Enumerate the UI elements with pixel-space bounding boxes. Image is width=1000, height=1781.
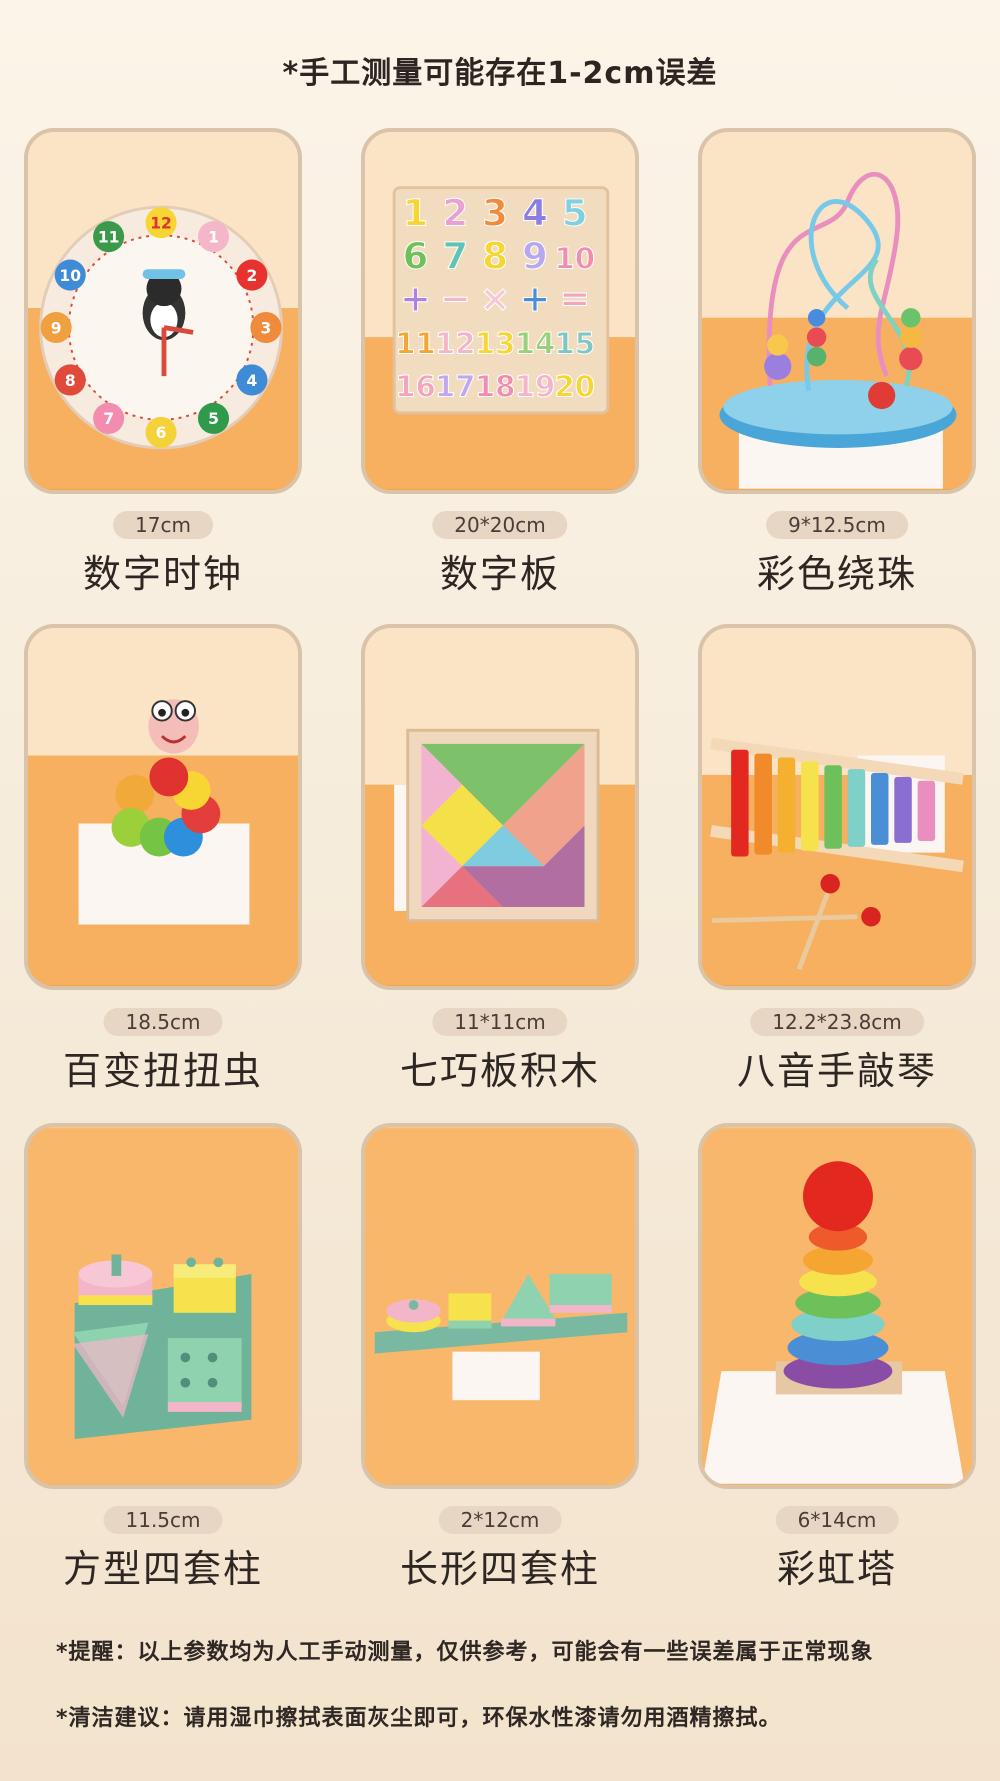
board-number: = (559, 277, 590, 320)
board-number: 3 (482, 192, 508, 235)
size-badge: 18.5cm (103, 1008, 223, 1036)
clock-image: 121234567891011 (28, 133, 298, 489)
product-name: 彩色绕珠 (756, 552, 917, 596)
board-number: 13 (475, 327, 516, 361)
xylophone-bar (870, 773, 889, 845)
clock-number-label: 9 (51, 319, 62, 337)
size-badge: 2*12cm (438, 1506, 562, 1534)
board-number: + (520, 277, 551, 320)
board-number: 19 (515, 369, 556, 403)
board-number: 12 (435, 327, 476, 361)
size-badge: 11.5cm (103, 1506, 223, 1534)
board-number: − (440, 277, 471, 320)
product-card-number-board[interactable]: 1 2 3 4 5 6 7 8 9 10 + − × + = 11 12 13 14 15 16 17 18 19 20 (361, 128, 639, 494)
board-number: 8 (482, 234, 508, 277)
board-number: 14 (515, 327, 556, 361)
product-name: 百变扭扭虫 (62, 1049, 263, 1093)
size-badge: 11*11cm (432, 1008, 568, 1036)
product-name: 彩虹塔 (776, 1547, 897, 1591)
board-number: × (480, 277, 511, 320)
xylophone-bar (731, 749, 749, 857)
page-title: *手工测量可能存在1-2cm误差 (282, 56, 718, 91)
board-number: 11 (395, 327, 436, 361)
product-name: 方型四套柱 (62, 1547, 263, 1591)
size-badge: 12.2*23.8cm (750, 1008, 924, 1036)
clock-number-label: 8 (65, 372, 76, 390)
clock-number-label: 3 (261, 319, 272, 337)
clock-number-label: 10 (59, 267, 81, 285)
long-stacker-image (365, 1128, 635, 1484)
product-card-square-stacker[interactable] (24, 1123, 302, 1489)
clock-number-label: 4 (246, 372, 257, 390)
xylophone-bar (917, 780, 936, 841)
board-number: 16 (395, 369, 436, 403)
board-number: 2 (442, 192, 468, 235)
board-number: 6 (403, 234, 429, 277)
size-badge: 17cm (113, 511, 213, 539)
board-number: 10 (555, 241, 596, 275)
board-number: 9 (522, 234, 548, 277)
xylophone-bar (777, 757, 796, 853)
bead-maze-image (702, 133, 972, 489)
product-card-tangram[interactable] (361, 624, 639, 990)
board-number: 15 (555, 327, 596, 361)
clock-number-label: 1 (208, 228, 219, 246)
clock-number-label: 7 (103, 410, 114, 428)
product-name: 七巧板积木 (399, 1049, 600, 1093)
xylophone-bar (801, 761, 819, 851)
product-name: 八音手敲琴 (736, 1049, 937, 1093)
board-number: 17 (435, 369, 476, 403)
board-number: 7 (442, 234, 468, 277)
xylophone-bar (754, 753, 772, 855)
square-stacker-image (28, 1128, 298, 1484)
product-name: 数字板 (439, 552, 560, 596)
tangram-image (365, 629, 635, 985)
board-number: 1 (403, 192, 429, 235)
caterpillar-image (28, 629, 298, 985)
reminder-note: *提醒：以上参数均为人工手动测量，仅供参考，可能会有一些误差属于正常现象 (56, 1640, 874, 1665)
product-card-xylophone[interactable] (698, 624, 976, 990)
clock-number-label: 5 (208, 410, 219, 428)
board-number: 18 (475, 369, 516, 403)
product-card-long-stacker[interactable] (361, 1123, 639, 1489)
clock-number-label: 6 (156, 424, 167, 442)
product-card-clock[interactable]: 12 1 2 3 4 5 6 7 8 9 10 11 (24, 128, 302, 494)
board-number-group: 1 2 3 4 56 7 8 9 10+ − × + =11 12 13 14 1516 17 18 19 20 (395, 191, 596, 404)
product-name: 长形四套柱 (399, 1547, 600, 1591)
xylophone-bar (847, 769, 866, 847)
board-number: 20 (555, 369, 596, 403)
size-badge: 20*20cm (432, 511, 568, 539)
product-card-caterpillar[interactable] (24, 624, 302, 990)
rainbow-tower-image (702, 1128, 972, 1484)
product-name: 数字时钟 (82, 552, 243, 596)
product-card-rainbow-tower[interactable] (698, 1123, 976, 1489)
size-badge: 9*12.5cm (766, 511, 908, 539)
xylophone-bar (824, 765, 842, 849)
product-card-bead-maze[interactable] (698, 128, 976, 494)
board-number: + (400, 277, 431, 320)
clock-number-label: 12 (150, 214, 172, 232)
cleaning-note: *清洁建议：请用湿巾擦拭表面灰尘即可，环保水性漆请勿用酒精擦拭。 (56, 1706, 782, 1731)
board-number: 5 (562, 192, 588, 235)
number-board-image: 1 2 3 4 56 7 8 9 10+ − × + =11 12 13 14 1516 17 18 19 20 (365, 133, 635, 489)
xylophone-image (702, 629, 972, 985)
board-number: 4 (522, 192, 548, 235)
xylophone-bar (894, 776, 912, 843)
clock-number-label: 2 (246, 267, 257, 285)
size-badge: 6*14cm (775, 1506, 899, 1534)
clock-number-label: 11 (98, 228, 120, 246)
